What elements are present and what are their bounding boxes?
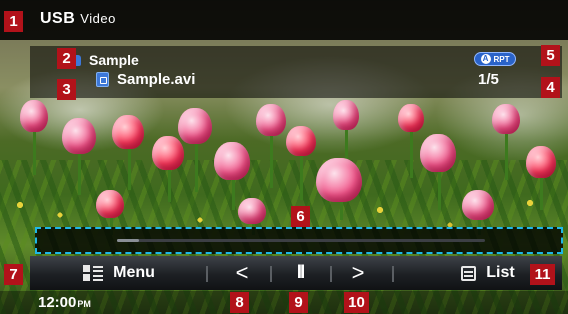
menu-grid-icon	[83, 265, 104, 281]
tulip	[462, 190, 494, 220]
callout-6: 6	[291, 206, 310, 227]
callout-8: 8	[230, 292, 249, 313]
callout-11: 11	[530, 264, 555, 285]
previous-button[interactable]: <	[224, 256, 260, 290]
menu-label: Menu	[113, 264, 155, 281]
tulip	[112, 115, 144, 149]
callout-5: 5	[541, 45, 560, 66]
tulip	[20, 100, 48, 132]
mode-label: Video	[80, 11, 116, 26]
next-button[interactable]: >	[340, 256, 376, 290]
list-icon	[461, 265, 477, 281]
tulip	[333, 100, 359, 130]
tulip	[62, 118, 96, 154]
progress-fill	[117, 239, 140, 242]
callout-4: 4	[541, 77, 560, 98]
divider	[206, 266, 208, 282]
repeat-mode-badge: A RPT	[474, 52, 516, 66]
source-label: USB	[40, 10, 76, 27]
callout-7: 7	[4, 264, 23, 285]
callout-1: 1	[4, 11, 23, 32]
list-label: List	[486, 264, 515, 281]
folder-name: Sample	[89, 52, 139, 68]
divider	[270, 266, 272, 282]
tulip	[178, 108, 212, 144]
divider	[392, 266, 394, 282]
callout-2: 2	[57, 48, 76, 69]
video-file-icon	[96, 72, 109, 87]
callout-10: 10	[344, 292, 369, 313]
source-title: USB Video	[40, 10, 116, 28]
tulip	[256, 104, 286, 136]
progress-bar-area[interactable]	[35, 227, 563, 254]
list-button[interactable]: List	[438, 256, 538, 290]
tulip	[316, 158, 362, 202]
tulip	[286, 126, 316, 156]
menu-button[interactable]: Menu	[60, 256, 178, 290]
file-name: Sample.avi	[117, 71, 196, 88]
tulip	[526, 146, 556, 178]
tulip	[96, 190, 124, 218]
callout-3: 3	[57, 79, 76, 100]
tulip	[420, 134, 456, 172]
divider	[330, 266, 332, 282]
track-counter: 1/5	[478, 71, 499, 88]
clock: 12:00PM	[38, 294, 91, 311]
tulip	[152, 136, 184, 170]
usb-video-screen: USB Video Sample Sample.avi A RPT 1/5 Men…	[0, 0, 568, 314]
callout-9: 9	[289, 292, 308, 313]
tulip	[238, 198, 266, 224]
clock-ampm: PM	[77, 299, 91, 309]
tulip	[398, 104, 424, 132]
pause-button[interactable]: II	[282, 256, 318, 290]
repeat-mode-letter: A	[480, 54, 491, 64]
clock-time: 12:00	[38, 294, 77, 311]
progress-track[interactable]	[117, 239, 485, 242]
folder-row: Sample	[65, 51, 139, 68]
file-row: Sample.avi	[96, 71, 195, 88]
tulip	[214, 142, 250, 180]
tulip	[492, 104, 520, 134]
repeat-mode-label: RPT	[493, 54, 510, 64]
